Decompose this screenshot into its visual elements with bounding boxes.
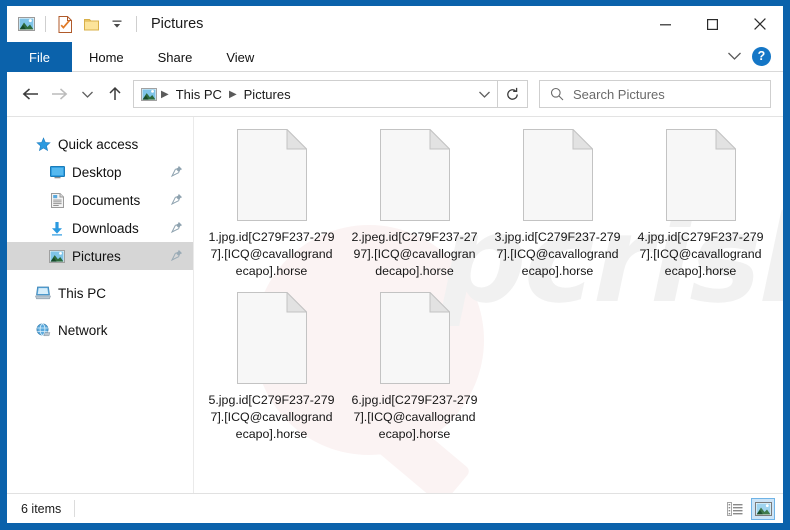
breadcrumb: ▶ This PC ▶ Pictures [141, 87, 472, 102]
customize-dropdown-icon[interactable] [106, 13, 128, 35]
sidebar-label: Pictures [72, 248, 121, 264]
blank-file-icon [522, 128, 594, 221]
explorer-body: Quick access Desktop Documents Downloads… [7, 116, 783, 493]
sidebar-item-quick-access[interactable]: Quick access [7, 130, 193, 158]
breadcrumb-separator-2: ▶ [228, 88, 237, 100]
navigation-pane: Quick access Desktop Documents Downloads… [7, 117, 193, 493]
tab-file[interactable]: File [7, 42, 72, 72]
file-item[interactable]: 4.jpg.id[C279F237-2797].[ICQ@cavallogran… [629, 125, 772, 286]
file-name: 3.jpg.id[C279F237-2797].[ICQ@cavallogran… [494, 230, 621, 278]
qat-separator-1 [45, 16, 46, 32]
pictures-icon [49, 248, 65, 264]
file-list-pane[interactable]: pcrisk pcrisk.com 1.jpg.id[C279F237-2797… [193, 117, 783, 493]
sidebar-item-downloads[interactable]: Downloads [7, 214, 193, 242]
status-separator [74, 500, 76, 517]
qat-separator-2 [136, 16, 137, 32]
search-icon [550, 87, 564, 101]
back-button[interactable] [17, 79, 45, 109]
breadcrumb-bar[interactable]: ▶ This PC ▶ Pictures [133, 80, 498, 108]
close-button[interactable] [736, 6, 783, 42]
breadcrumb-item-pictures[interactable]: Pictures [241, 87, 294, 102]
sidebar-label: Network [58, 322, 108, 338]
new-folder-icon[interactable] [80, 13, 102, 35]
refresh-button[interactable] [498, 80, 528, 108]
tab-share[interactable]: Share [141, 42, 210, 72]
ribbon-right-controls: ? [727, 42, 783, 71]
file-name: 5.jpg.id[C279F237-2797].[ICQ@cavallogran… [208, 393, 335, 441]
large-icons-view-button[interactable] [751, 497, 775, 520]
up-button[interactable] [101, 79, 129, 109]
file-grid: 1.jpg.id[C279F237-2797].[ICQ@cavallogran… [194, 117, 783, 451]
sidebar-label: Desktop [72, 164, 122, 180]
blank-file-icon [379, 291, 451, 384]
window-title: Pictures [151, 16, 204, 32]
file-name: 1.jpg.id[C279F237-2797].[ICQ@cavallogran… [208, 230, 335, 278]
tab-view[interactable]: View [209, 42, 271, 72]
sidebar-label: This PC [58, 285, 107, 301]
details-view-button[interactable] [723, 498, 747, 520]
breadcrumb-separator-1: ▶ [161, 88, 169, 100]
downloads-icon [49, 220, 65, 236]
explorer-window: Pictures File Home Share View ? ▶ This P… [0, 0, 790, 530]
blank-file-icon [236, 291, 308, 384]
ribbon-tab-strip: File Home Share View ? [7, 42, 783, 72]
properties-icon[interactable] [54, 13, 76, 35]
sidebar-label: Quick access [58, 136, 139, 152]
window-inner: Pictures File Home Share View ? ▶ This P… [7, 6, 783, 523]
this-pc-icon [35, 285, 51, 301]
window-controls [642, 6, 783, 42]
breadcrumb-item-this-pc[interactable]: This PC [173, 87, 225, 102]
file-item[interactable]: 1.jpg.id[C279F237-2797].[ICQ@cavallogran… [200, 125, 343, 286]
watermark-text-bottom: pcrisk.com [194, 485, 783, 493]
pin-icon[interactable] [170, 249, 183, 264]
file-name: 6.jpg.id[C279F237-2797].[ICQ@cavallogran… [351, 393, 478, 441]
title-bar: Pictures [7, 6, 783, 42]
help-button[interactable]: ? [752, 47, 771, 66]
quick-access-toolbar: Pictures [7, 13, 203, 35]
star-icon [35, 136, 51, 152]
blank-file-icon [665, 128, 737, 221]
minimize-button[interactable] [642, 6, 689, 42]
sidebar-item-this-pc[interactable]: This PC [7, 279, 193, 307]
desktop-icon [49, 164, 65, 180]
item-count: 6 items [21, 501, 62, 516]
file-name: 4.jpg.id[C279F237-2797].[ICQ@cavallogran… [637, 230, 764, 278]
sidebar-label: Documents [72, 192, 141, 208]
file-item[interactable]: 5.jpg.id[C279F237-2797].[ICQ@cavallogran… [200, 288, 343, 449]
breadcrumb-root-icon[interactable] [141, 87, 157, 101]
address-bar-row: ▶ This PC ▶ Pictures [7, 72, 783, 116]
pictures-icon[interactable] [15, 13, 37, 35]
search-input[interactable] [573, 86, 770, 102]
blank-file-icon [379, 128, 451, 221]
blank-file-icon [236, 128, 308, 221]
view-toggles [723, 497, 775, 520]
search-box[interactable] [539, 80, 771, 108]
status-bar: 6 items [7, 493, 783, 523]
tab-home[interactable]: Home [72, 42, 141, 72]
pin-icon[interactable] [170, 221, 183, 236]
documents-icon [49, 192, 65, 208]
pin-icon[interactable] [170, 165, 183, 180]
pin-icon[interactable] [170, 193, 183, 208]
forward-button[interactable] [45, 79, 73, 109]
chevron-down-icon[interactable] [727, 48, 742, 66]
sidebar-item-documents[interactable]: Documents [7, 186, 193, 214]
network-icon [35, 322, 51, 338]
breadcrumb-dropdown-icon[interactable] [472, 90, 491, 99]
file-item[interactable]: 6.jpg.id[C279F237-2797].[ICQ@cavallogran… [343, 288, 486, 449]
sidebar-gap-1 [7, 270, 193, 279]
file-name: 2.jpeg.id[C279F237-2797].[ICQ@cavallogra… [351, 230, 478, 278]
maximize-button[interactable] [689, 6, 736, 42]
sidebar-item-desktop[interactable]: Desktop [7, 158, 193, 186]
sidebar-label: Downloads [72, 220, 139, 236]
sidebar-gap-2 [7, 307, 193, 316]
sidebar-item-pictures[interactable]: Pictures [7, 242, 193, 270]
file-item[interactable]: 2.jpeg.id[C279F237-2797].[ICQ@cavallogra… [343, 125, 486, 286]
sidebar-item-network[interactable]: Network [7, 316, 193, 344]
recent-locations-button[interactable] [73, 79, 101, 109]
file-item[interactable]: 3.jpg.id[C279F237-2797].[ICQ@cavallogran… [486, 125, 629, 286]
